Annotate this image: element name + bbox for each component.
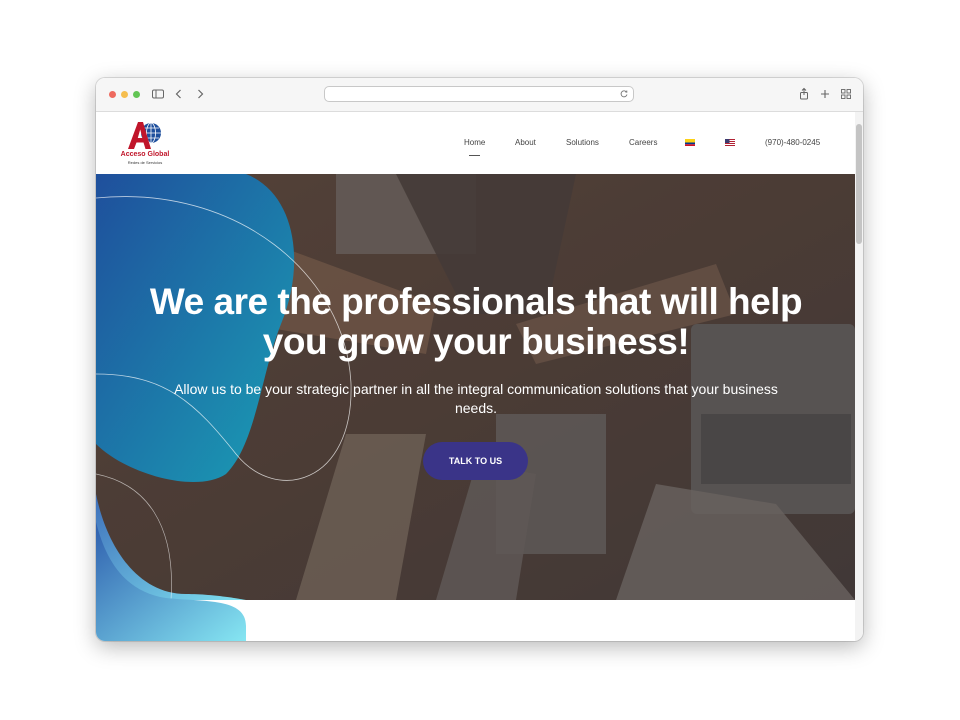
browser-window: Acceso Global Redes de Servicios Home Ab… (96, 78, 863, 641)
logo[interactable]: Acceso Global Redes de Servicios (118, 120, 172, 168)
talk-to-us-button[interactable]: TALK TO US (423, 442, 528, 480)
nav-item-careers[interactable]: Careers (629, 138, 657, 147)
share-icon[interactable] (797, 87, 811, 101)
logo-tagline: Redes de Servicios (127, 160, 163, 165)
logo-name: Acceso Global (120, 151, 170, 158)
phone-number[interactable]: (970)-480-0245 (765, 138, 820, 147)
nav-item-solutions[interactable]: Solutions (566, 138, 599, 147)
back-icon[interactable] (172, 87, 186, 101)
minimize-window-button[interactable] (121, 91, 128, 98)
sidebar-icon[interactable] (151, 87, 165, 101)
usa-flag-icon[interactable] (725, 139, 735, 146)
hero-title: We are the professionals that will help … (149, 281, 803, 362)
nav-item-about[interactable]: About (515, 138, 536, 147)
site-header: Acceso Global Redes de Servicios Home Ab… (96, 112, 855, 174)
web-page: Acceso Global Redes de Servicios Home Ab… (96, 112, 855, 641)
nav-item-home[interactable]: Home (464, 138, 485, 147)
reload-icon[interactable] (619, 89, 629, 99)
forward-icon[interactable] (193, 87, 207, 101)
colombia-flag-icon[interactable] (685, 139, 695, 146)
logo-mark (128, 122, 161, 149)
active-nav-indicator (469, 155, 480, 156)
hero-subtitle: Allow us to be your strategic partner in… (174, 381, 778, 416)
scrollbar-thumb[interactable] (856, 124, 862, 244)
decorative-blob (96, 522, 246, 641)
new-tab-icon[interactable] (818, 87, 832, 101)
page-scrollbar[interactable] (855, 112, 863, 641)
tab-overview-icon[interactable] (839, 87, 853, 101)
zoom-window-button[interactable] (133, 91, 140, 98)
close-window-button[interactable] (109, 91, 116, 98)
address-bar[interactable] (324, 86, 634, 102)
browser-toolbar (96, 78, 863, 112)
